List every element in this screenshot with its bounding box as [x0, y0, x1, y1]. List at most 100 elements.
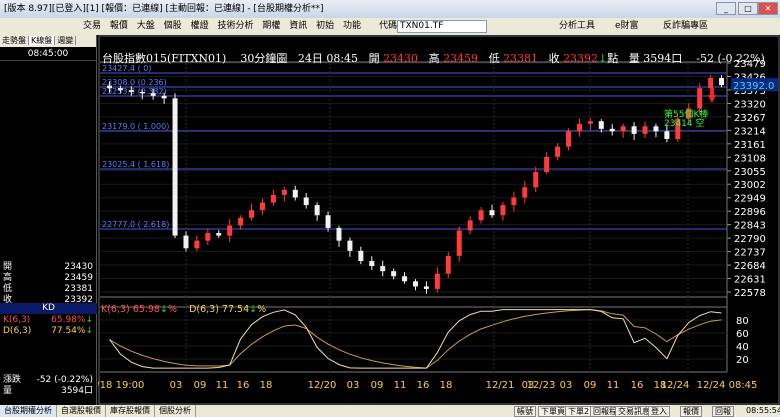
candle-body	[587, 121, 593, 124]
status-tab-options[interactable]: 台股期權分析	[0, 405, 57, 417]
x-axis-label: 16	[631, 380, 644, 391]
fib-label: 23025.4 ( 1.618)	[102, 160, 169, 169]
candle-body	[456, 230, 462, 256]
menu-antifraud[interactable]: 反詐騙專區	[660, 18, 711, 35]
candle-body	[303, 197, 309, 206]
candle-body	[325, 215, 331, 228]
tab-weekly[interactable]: 週變	[55, 36, 77, 45]
candle-body	[238, 217, 244, 226]
menu-info[interactable]: 資訊	[286, 18, 310, 35]
menu-analysis-tools[interactable]: 分析工具	[556, 18, 598, 35]
price-tick-label: 23267	[734, 113, 766, 124]
x-axis-label: 12/20	[308, 380, 337, 391]
quote-status[interactable]: 報價	[680, 406, 702, 417]
candle-body	[106, 85, 112, 89]
candle-body	[227, 225, 233, 236]
x-axis-label: 16	[237, 380, 250, 391]
menu-quote[interactable]: 報價	[107, 18, 131, 35]
low-value: 23381	[503, 52, 539, 65]
chart-header: 台股指數015(FITXN01) 30分鐘圖 24日 08:45 開 23430…	[102, 52, 765, 65]
account-button[interactable]: 帳號	[514, 406, 536, 417]
candle-body	[708, 77, 714, 89]
menu-market[interactable]: 大盤	[134, 18, 158, 35]
candle-body	[358, 250, 364, 261]
window-titlebar: [版本 8.97][已登入][1] [報價：已連線] [主動回報：已連線] - …	[0, 0, 780, 18]
price-tick-label: 22737	[734, 248, 766, 259]
maximize-button[interactable]: □	[738, 2, 758, 15]
volume-row: 量 3594口	[3, 386, 93, 396]
tab-kline[interactable]: K線盤	[29, 36, 56, 45]
kd-tick-label: 60	[736, 329, 749, 340]
x-axis-label: 11	[607, 380, 620, 391]
candle-body	[511, 197, 517, 206]
candle-body	[642, 126, 648, 134]
left-time: 08:45:00	[0, 47, 96, 61]
menu-stock[interactable]: 個股	[161, 18, 185, 35]
fib-label: 23253.3 (0.382)	[102, 87, 167, 96]
candle-body	[391, 271, 397, 277]
menu-function[interactable]: 功能	[340, 18, 364, 35]
menu-init[interactable]: 初始	[313, 18, 337, 35]
kd-k-row: K(6,3) 65.98%↓	[3, 315, 93, 325]
menu-warrant[interactable]: 權證	[188, 18, 212, 35]
volume-value: 3594	[643, 52, 672, 65]
candle-body	[205, 233, 211, 241]
candle-body	[161, 95, 167, 99]
login-button[interactable]: 登入	[648, 406, 670, 417]
candle-body	[566, 131, 572, 147]
price-tick-label: 23161	[734, 140, 766, 151]
price-tick-label: 23214	[734, 126, 766, 137]
x-axis-label: 12/18 19:00	[98, 380, 144, 391]
candle-body	[194, 240, 200, 249]
close-button[interactable]: ✕	[758, 2, 778, 15]
menu-tech[interactable]: 技術分析	[214, 18, 256, 35]
candle-body	[259, 202, 265, 211]
x-axis-label: 18	[260, 380, 273, 391]
price-tick-label: 22790	[734, 234, 766, 245]
candle-body	[500, 205, 506, 216]
menu-options[interactable]: 期權	[259, 18, 283, 35]
kd-header: K(6,3) 65.98↓% D(6,3) 77.54↓%	[101, 304, 267, 315]
x-axis-label: 09	[194, 380, 207, 391]
status-tab-stock-analysis[interactable]: 個股分析	[155, 405, 196, 417]
left-tabs: 走勢盤 K線盤 週變	[0, 35, 96, 47]
candle-body	[631, 126, 637, 134]
candle-body	[270, 194, 276, 203]
candle-body	[555, 146, 561, 157]
order2-button[interactable]: 下單2	[565, 406, 593, 417]
candle-body	[544, 156, 550, 173]
candle-body	[576, 123, 582, 132]
status-tab-inventory[interactable]: 庫存股報價	[106, 405, 155, 417]
quote-open: 開 23430	[3, 262, 93, 272]
tab-intraday[interactable]: 走勢盤	[0, 36, 29, 45]
candle-body	[369, 260, 375, 267]
menu-ewealth[interactable]: e財富	[612, 18, 642, 35]
status-bar: 台股期權分析 自選股報價 庫存股報價 個股分析 帳號 下單頁 下單2 回報程 交易訊息…	[0, 405, 780, 417]
price-chart[interactable]: 2347923426233732332023267232142316123108…	[98, 35, 780, 405]
status-tab-watchlist[interactable]: 自選股報價	[57, 405, 106, 417]
candle-body	[380, 266, 386, 272]
price-tick-label: 22896	[734, 207, 766, 218]
candle-body	[139, 91, 145, 94]
change-row: 漲跌 -52 (-0.22%)	[3, 375, 93, 385]
candle-body	[347, 240, 353, 251]
report-status[interactable]: 回報	[712, 406, 734, 417]
fib-label: 23179.0 ( 1.000)	[102, 122, 169, 131]
candle-body	[609, 128, 615, 132]
current-price-label: 23392.0	[733, 81, 774, 92]
price-tick-label: 22949	[734, 194, 766, 205]
x-axis-label: 16	[417, 380, 430, 391]
price-tick-label: 22843	[734, 221, 766, 232]
menu-trade[interactable]: 交易	[80, 18, 104, 35]
quote-low: 低 23381	[3, 284, 93, 294]
price-tick-label: 23002	[734, 180, 766, 191]
minimize-button[interactable]: _	[716, 2, 736, 15]
candle-body	[172, 98, 178, 236]
order-button[interactable]: 下單頁	[538, 406, 568, 417]
candle-body	[489, 210, 495, 216]
candle-body	[719, 77, 725, 86]
price-tick-label: 23055	[734, 167, 766, 178]
left-panel: 走勢盤 K線盤 週變 08:45:00 開 23430 高 23459 低 23381 收…	[0, 35, 97, 405]
code-input[interactable]: TXN01.TF	[397, 20, 487, 33]
candle-body	[434, 273, 440, 289]
